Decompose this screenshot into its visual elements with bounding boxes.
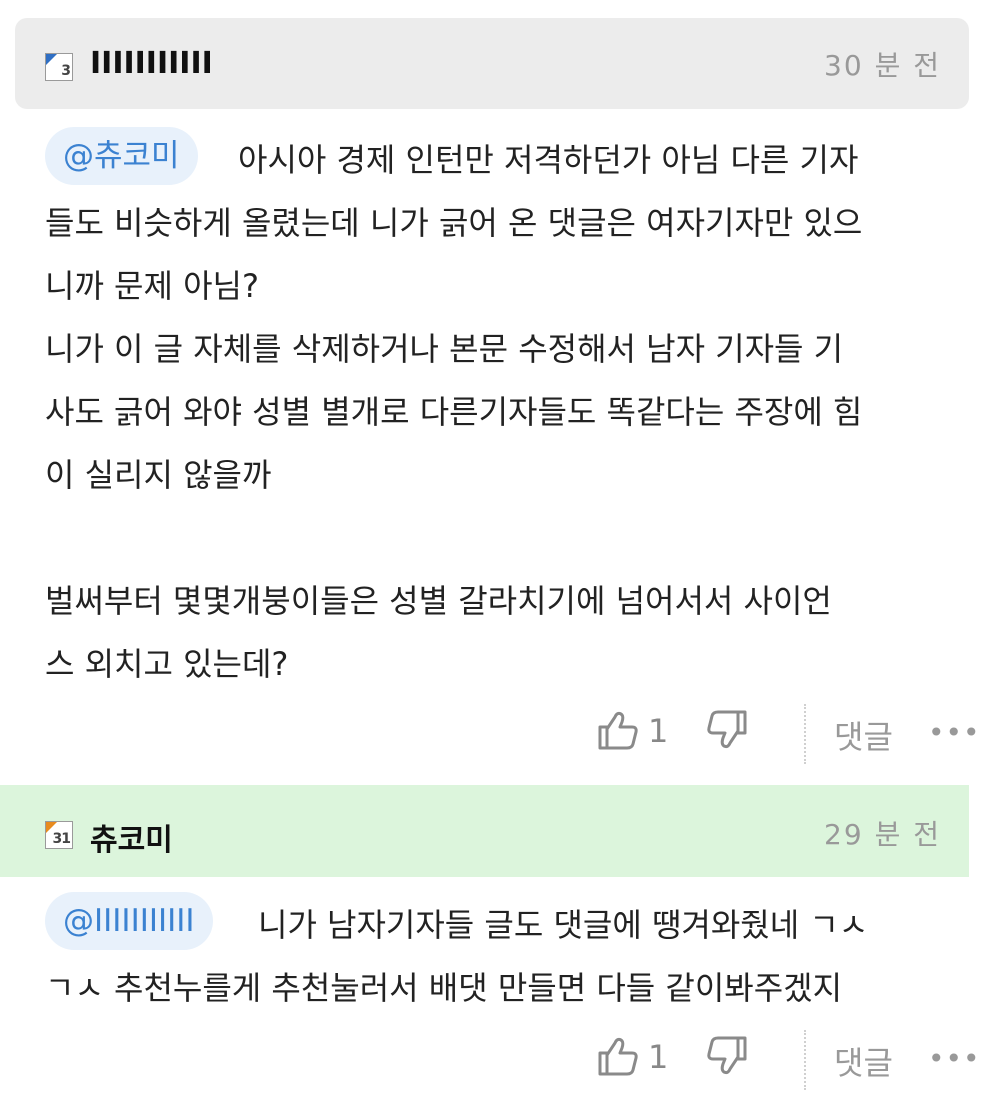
mention-tag[interactable]: @츄코미 <box>45 127 198 185</box>
timestamp: 30 분 전 <box>824 49 941 82</box>
username[interactable]: IIIIIIIIIII <box>90 46 213 81</box>
more-options-icon[interactable]: ••• <box>928 1042 981 1075</box>
timestamp: 29 분 전 <box>824 818 941 851</box>
comment-header: 3 IIIIIIIIIII 30 분 전 <box>15 18 969 109</box>
comment-line: 들도 비슷하게 올렸는데 니가 긁어 온 댓글은 여자기자만 있으 <box>45 204 863 242</box>
comment-line: 스 외치고 있는데? <box>45 645 289 683</box>
like-count: 1 <box>648 712 669 750</box>
thumbs-down-icon[interactable] <box>705 1034 749 1082</box>
reply-button[interactable]: 댓글 <box>834 1038 893 1084</box>
thumbs-up-icon[interactable] <box>596 708 640 756</box>
mention-tag[interactable]: @IIIIIIIIIII <box>45 892 213 950</box>
level-badge-icon: 31 <box>45 821 73 849</box>
divider <box>804 704 806 764</box>
comment-line: 사도 긁어 와야 성별 별개로 다른기자들도 똑같다는 주장에 힘 <box>45 393 863 431</box>
comment-line: 아시아 경제 인턴만 저격하던가 아님 다른 기자 <box>238 141 859 179</box>
like-count: 1 <box>648 1038 669 1076</box>
comment-actions: 1 댓글 ••• <box>590 704 990 764</box>
comment-line: 니가 이 글 자체를 삭제하거나 본문 수정해서 남자 기자들 기 <box>45 330 844 368</box>
comment-header: 31 츄코미 29 분 전 <box>0 785 969 877</box>
thumbs-up-icon[interactable] <box>596 1034 640 1082</box>
comment-line: ㄱㅅ 추천누를게 추천눌러서 배댓 만들면 다들 같이봐주겠지 <box>45 969 843 1007</box>
comment-line: 벌써부터 몇몇개붕이들은 성별 갈라치기에 넘어서서 사이언 <box>45 582 832 620</box>
more-options-icon[interactable]: ••• <box>928 716 981 749</box>
comment-line: 니가 남자기자들 글도 댓글에 땡겨와줬네 ㄱㅅ <box>258 906 869 944</box>
username[interactable]: 츄코미 <box>90 815 173 859</box>
divider <box>804 1030 806 1090</box>
comment-actions: 1 댓글 ••• <box>590 1030 990 1090</box>
comment-line: 니까 문제 아님? <box>45 267 259 305</box>
comment-line: 이 실리지 않을까 <box>45 456 272 494</box>
thumbs-down-icon[interactable] <box>705 708 749 756</box>
reply-button[interactable]: 댓글 <box>834 712 893 758</box>
level-badge-icon: 3 <box>45 53 73 81</box>
